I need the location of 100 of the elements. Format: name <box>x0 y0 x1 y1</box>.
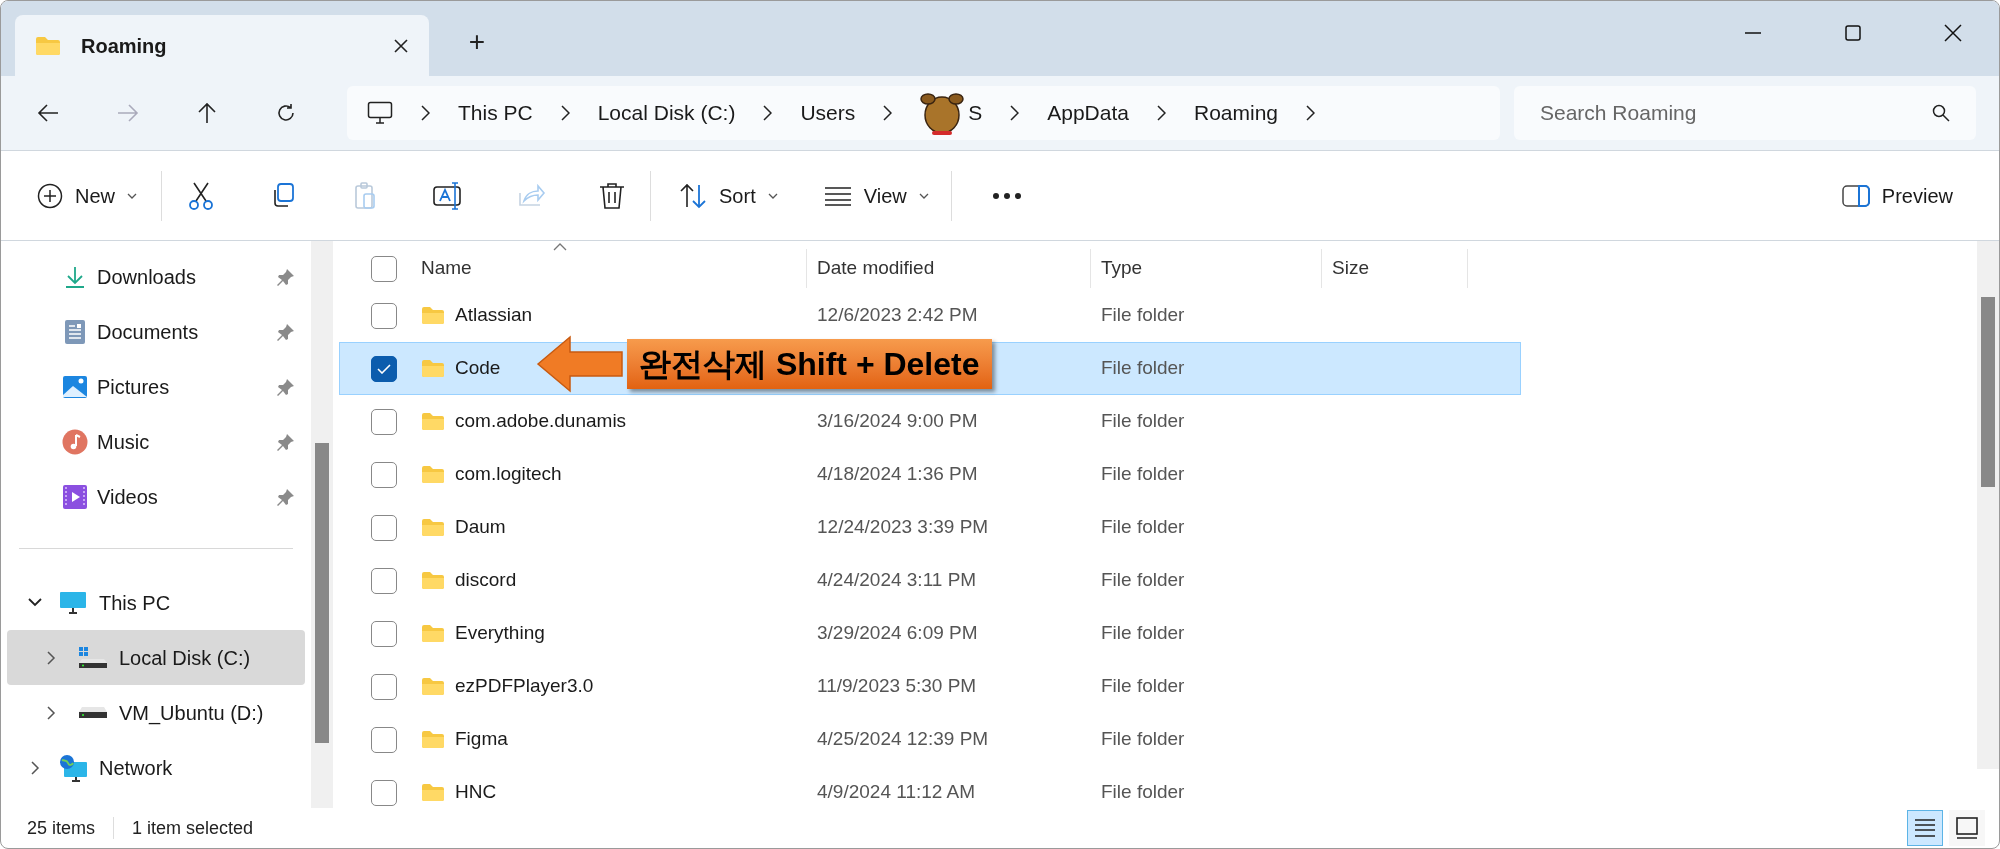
file-type: File folder <box>1101 304 1185 326</box>
breadcrumb-item[interactable]: AppData <box>1047 97 1129 129</box>
chevron-right-icon[interactable] <box>46 705 56 720</box>
date-modified: 3/29/2024 6:09 PM <box>817 622 978 644</box>
up-arrow-icon[interactable] <box>197 102 217 124</box>
refresh-icon[interactable] <box>275 102 297 124</box>
row-checkbox[interactable] <box>371 779 397 806</box>
file-name: Everything <box>455 621 545 646</box>
folder-icon <box>35 35 61 56</box>
row-checkbox[interactable] <box>371 673 397 700</box>
close-icon[interactable] <box>1943 23 1963 43</box>
breadcrumb-item[interactable]: S <box>968 97 983 129</box>
tree-item[interactable]: This PC <box>7 575 305 630</box>
view-button[interactable]: View <box>823 170 929 221</box>
scissors-icon[interactable] <box>186 180 216 211</box>
sidebar-item[interactable]: Pictures <box>1 359 311 414</box>
selection-count: 1 item selected <box>132 816 254 840</box>
square-icon <box>1956 817 1978 839</box>
breadcrumb-item[interactable]: Users <box>800 97 856 129</box>
tree-item[interactable]: VM_Ubuntu (D:) <box>7 685 305 740</box>
scrollbar-thumb[interactable] <box>315 443 329 743</box>
select-all-checkbox[interactable] <box>371 255 397 282</box>
column-header[interactable]: Type <box>1101 254 1143 283</box>
file-row[interactable]: Daum 12/24/2023 3:39 PM File folder <box>339 501 1521 554</box>
chevron-right-icon <box>1010 105 1020 121</box>
scrollbar-thumb[interactable] <box>1981 297 1995 487</box>
chevron-right-icon <box>421 105 430 121</box>
file-row[interactable]: Atlassian 12/6/2023 2:42 PM File folder <box>339 289 1521 342</box>
close-icon[interactable] <box>393 37 409 54</box>
row-checkbox[interactable] <box>371 726 397 753</box>
file-row[interactable]: discord 4/24/2024 3:11 PM File folder <box>339 554 1521 607</box>
breadcrumb-item[interactable]: Local Disk (C:) <box>597 97 736 129</box>
chevron-right-icon[interactable] <box>46 650 56 665</box>
file-name: Daum <box>455 515 506 540</box>
tree-item[interactable]: Local Disk (C:) <box>7 630 305 685</box>
chevron-down-icon <box>767 192 778 199</box>
file-name: HNC <box>455 780 497 805</box>
chevron-right-icon[interactable] <box>30 760 40 775</box>
column-header[interactable]: Name <box>421 254 472 283</box>
preview-button[interactable]: Preview <box>1841 170 1953 221</box>
forward-arrow-icon[interactable] <box>117 103 139 123</box>
address-bar[interactable]: This PC Local Disk (C:) Users S AppData Roaming <box>347 86 1500 140</box>
breadcrumb-item[interactable]: Roaming <box>1194 97 1279 129</box>
file-row[interactable]: Everything 3/29/2024 6:09 PM File folder <box>339 607 1521 660</box>
details-view-button[interactable] <box>1907 810 1943 846</box>
row-checkbox[interactable] <box>371 567 397 594</box>
plus-circle-icon <box>37 182 63 209</box>
lines-icon <box>823 185 852 206</box>
trash-icon[interactable] <box>598 180 626 211</box>
pin-icon[interactable] <box>277 487 295 506</box>
new-button[interactable]: New <box>37 170 137 221</box>
maximize-icon[interactable] <box>1843 23 1863 43</box>
pin-icon[interactable] <box>277 267 295 286</box>
row-checkbox[interactable] <box>371 408 397 435</box>
file-name: Code <box>455 356 501 381</box>
column-header[interactable]: Date modified <box>817 254 935 283</box>
tiles-view-button[interactable] <box>1949 810 1985 846</box>
new-tab-button[interactable]: + <box>457 22 497 62</box>
file-row[interactable]: HNC 4/9/2024 11:12 AM File folder <box>339 766 1521 819</box>
file-row[interactable]: com.adobe.dunamis 3/16/2024 9:00 PM File folder <box>339 395 1521 448</box>
rename-icon[interactable] <box>432 180 464 211</box>
pin-icon[interactable] <box>277 322 295 341</box>
file-row[interactable]: ezPDFPlayer3.0 11/9/2023 5:30 PM File folder <box>339 660 1521 713</box>
tab[interactable]: Roaming <box>15 15 429 76</box>
row-checkbox[interactable] <box>371 620 397 647</box>
row-checkbox[interactable] <box>371 461 397 488</box>
more-icon[interactable] <box>991 191 1022 200</box>
film-play-icon <box>62 483 88 510</box>
sort-caret-icon <box>553 243 567 251</box>
back-arrow-icon[interactable] <box>37 103 59 123</box>
file-row[interactable]: com.logitech 4/18/2024 1:36 PM File folder <box>339 448 1521 501</box>
drive-icon <box>78 706 108 719</box>
row-checkbox[interactable] <box>371 514 397 541</box>
file-row[interactable]: Figma 4/25/2024 12:39 PM File folder <box>339 713 1521 766</box>
folder-icon <box>421 359 445 378</box>
folder-icon <box>421 306 445 325</box>
pin-icon[interactable] <box>277 377 295 396</box>
search-icon <box>1932 104 1950 122</box>
check-icon <box>377 363 391 374</box>
row-checkbox[interactable] <box>371 355 397 382</box>
date-modified: 12/6/2023 2:42 PM <box>817 304 978 326</box>
chevron-down-icon[interactable] <box>28 598 42 607</box>
file-name: Atlassian <box>455 303 533 328</box>
file-type: File folder <box>1101 463 1185 485</box>
date-modified: 4/18/2024 1:36 PM <box>817 463 978 485</box>
sidebar-item[interactable]: Downloads <box>1 249 311 304</box>
sort-button[interactable]: Sort <box>679 170 778 221</box>
sidebar-item[interactable]: Videos <box>1 469 311 524</box>
column-header[interactable]: Size <box>1332 254 1369 283</box>
pin-icon[interactable] <box>277 432 295 451</box>
search-field[interactable]: Search Roaming <box>1514 86 1976 140</box>
sidebar-item[interactable]: Music <box>1 414 311 469</box>
folder-icon <box>421 783 445 802</box>
file-type: File folder <box>1101 675 1185 697</box>
file-type: File folder <box>1101 357 1185 379</box>
row-checkbox[interactable] <box>371 302 397 329</box>
sidebar-item[interactable]: Documents <box>1 304 311 359</box>
tree-item[interactable]: Network <box>7 740 305 795</box>
breadcrumb-item[interactable]: This PC <box>458 97 533 129</box>
chevron-right-icon <box>883 105 893 121</box>
